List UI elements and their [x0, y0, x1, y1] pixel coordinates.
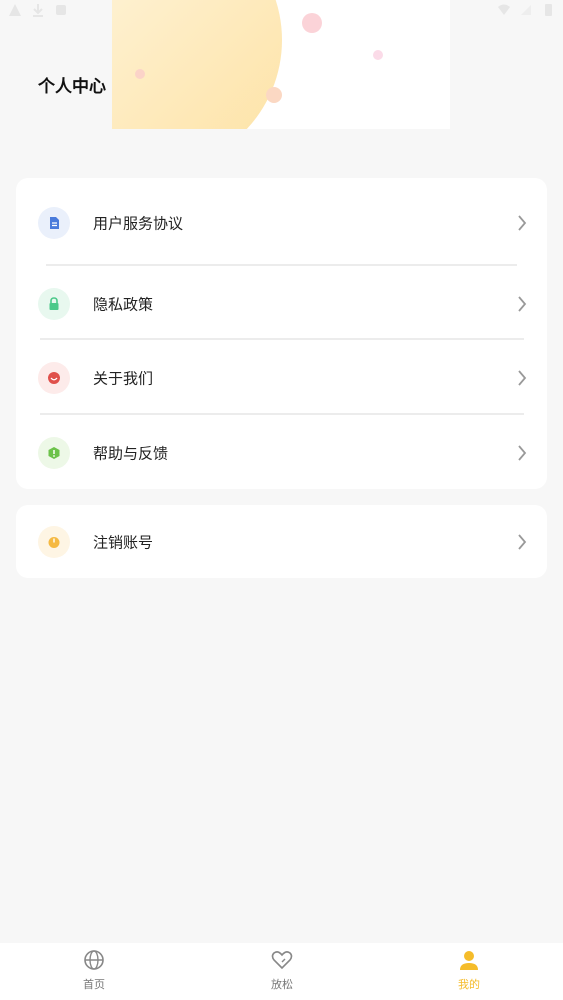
menu-item-label: 注销账号 — [93, 533, 154, 552]
tab-label: 首页 — [83, 978, 105, 991]
sim-card-icon — [56, 5, 66, 15]
menu-item-label: 隐私政策 — [93, 295, 154, 314]
menu-item-label: 用户服务协议 — [93, 214, 184, 233]
wifi-icon — [498, 4, 510, 15]
sun-circle — [112, 0, 282, 129]
account-card: 注销账号 — [16, 505, 547, 578]
help-icon — [48, 447, 60, 459]
menu-item-label: 帮助与反馈 — [93, 444, 169, 463]
bubble-shape — [266, 87, 282, 103]
menu-icon-bg — [38, 288, 70, 320]
menu-icon-bg — [38, 437, 70, 469]
download-icon — [33, 4, 43, 17]
settings-menu-card: 用户服务协议 隐私政策 关于我们 帮助与反馈 — [16, 178, 547, 489]
tab-relax[interactable]: 放松 — [222, 943, 342, 1000]
chevron-right-icon — [518, 445, 527, 461]
menu-icon-bg — [38, 362, 70, 394]
lock-icon — [49, 297, 59, 310]
warning-icon — [9, 4, 21, 16]
globe-icon — [84, 950, 104, 970]
chevron-right-icon — [518, 370, 527, 386]
tab-mine[interactable]: 我的 — [409, 943, 529, 1000]
signal-icon — [521, 5, 531, 15]
page-title: 个人中心 — [38, 77, 106, 97]
power-icon — [48, 537, 60, 548]
menu-item-label: 关于我们 — [93, 369, 154, 388]
divider — [46, 264, 517, 266]
bottom-tab-bar: 首页 放松 我的 — [0, 943, 563, 1000]
chevron-right-icon — [518, 296, 527, 312]
bubble-shape — [373, 50, 383, 60]
menu-item-help-feedback[interactable]: 帮助与反馈 — [16, 423, 547, 483]
battery-icon — [545, 4, 552, 16]
chevron-right-icon — [518, 534, 527, 550]
header-illustration — [112, 0, 450, 129]
bubble-shape — [135, 69, 145, 79]
menu-icon-bg — [38, 526, 70, 558]
document-icon — [50, 217, 59, 229]
person-icon — [460, 951, 478, 970]
menu-icon-bg — [38, 207, 70, 239]
tab-label: 我的 — [458, 978, 480, 991]
chevron-right-icon — [518, 215, 527, 231]
menu-item-delete-account[interactable]: 注销账号 — [16, 512, 547, 572]
divider — [40, 413, 524, 415]
tab-home[interactable]: 首页 — [34, 943, 154, 1000]
menu-item-about-us[interactable]: 关于我们 — [16, 348, 547, 408]
tab-label: 放松 — [271, 978, 293, 991]
heart-icon — [271, 951, 293, 970]
menu-item-user-agreement[interactable]: 用户服务协议 — [16, 193, 547, 253]
divider — [40, 338, 524, 340]
menu-item-privacy-policy[interactable]: 隐私政策 — [16, 274, 547, 334]
bubble-shape — [302, 13, 322, 33]
smile-icon — [48, 372, 60, 384]
